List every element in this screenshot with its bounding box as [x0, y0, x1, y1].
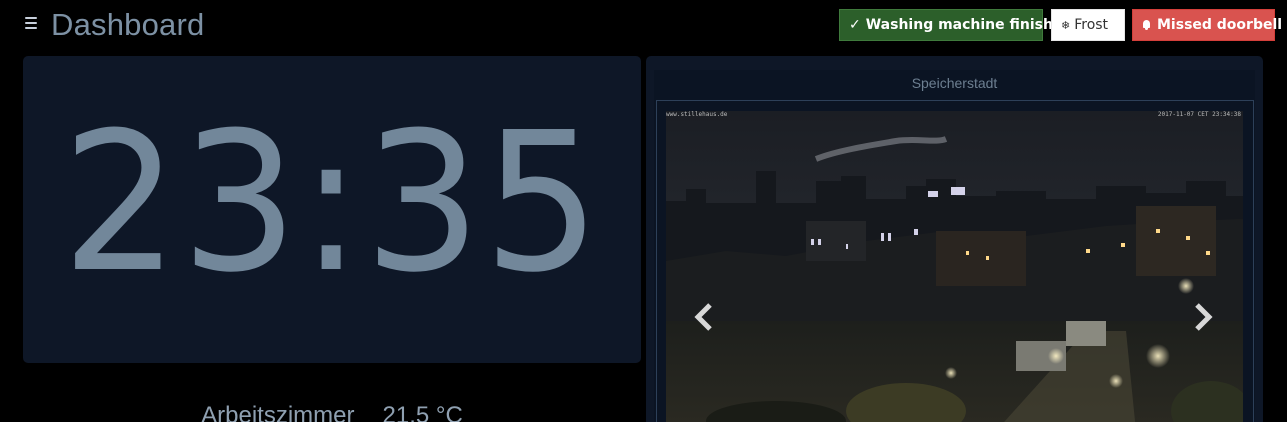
camera-title: Speicherstadt	[911, 75, 998, 91]
notification-label: Missed doorbell	[1157, 17, 1283, 33]
page-title: Dashboard	[51, 7, 205, 42]
hamburger-menu-icon[interactable]	[25, 17, 37, 29]
temperature-value: 21.5 °C	[382, 402, 463, 422]
bell-icon	[1142, 20, 1151, 30]
camera-panel: Speicherstadt www.stillehaus.de 2017-11-…	[646, 56, 1263, 422]
clock-time: 23:35	[61, 92, 603, 315]
notification-label: Frost	[1074, 17, 1109, 33]
camera-frame: www.stillehaus.de 2017-11-07 CET 23:34:3…	[656, 100, 1254, 422]
chevron-left-icon[interactable]	[692, 297, 716, 337]
dashboard-frame: Dashboard ✓ Washing machine finished ❄ Fro…	[3, 3, 1284, 422]
notification-missed-doorbell[interactable]: Missed doorbell	[1132, 9, 1282, 41]
room-label: Arbeitszimmer	[201, 402, 355, 422]
notification-label: Washing machine finished	[865, 17, 1073, 33]
notification-washing-machine[interactable]: ✓ Washing machine finished	[839, 9, 1072, 41]
camera-watermark: www.stillehaus.de	[666, 111, 728, 118]
camera-widget: Speicherstadt www.stillehaus.de 2017-11-…	[654, 70, 1255, 422]
temperature-row: Arbeitszimmer 21.5 °C	[23, 402, 641, 422]
webcam-night-scene	[666, 111, 1243, 422]
webcam-image[interactable]: www.stillehaus.de 2017-11-07 CET 23:34:3…	[666, 111, 1243, 422]
chevron-right-icon[interactable]	[1191, 297, 1215, 337]
check-icon: ✓	[849, 17, 861, 33]
clock-panel: 23:35	[23, 56, 641, 363]
camera-timestamp: 2017-11-07 CET 23:34:38	[1157, 111, 1241, 118]
snowflake-icon: ❄	[1061, 19, 1071, 32]
notification-frost[interactable]: ❄ Frost	[1051, 9, 1125, 41]
